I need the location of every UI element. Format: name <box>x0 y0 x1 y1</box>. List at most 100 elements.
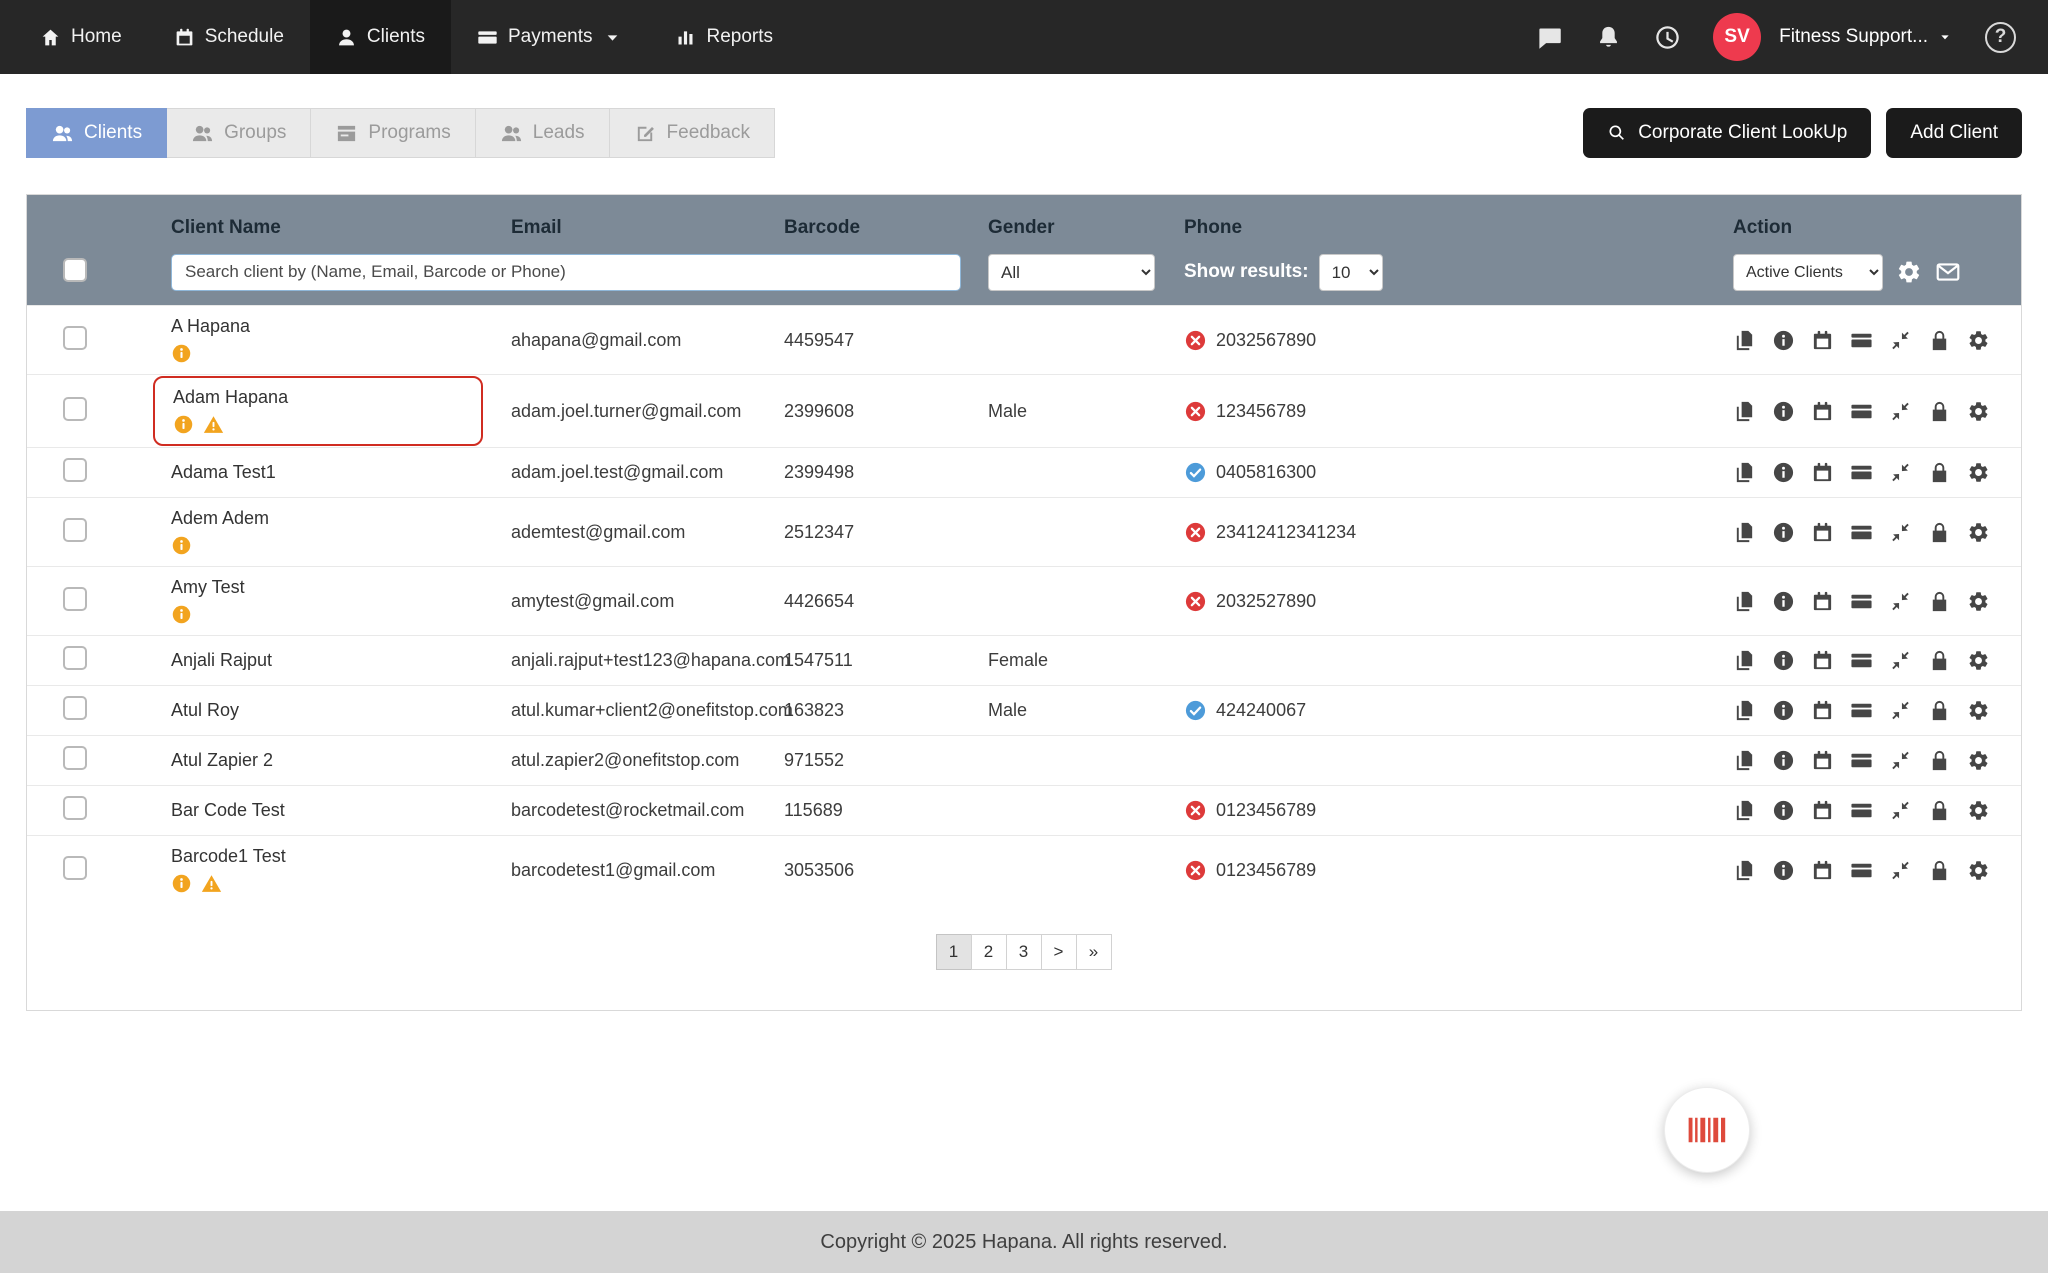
document-icon[interactable] <box>1733 521 1756 544</box>
document-icon[interactable] <box>1733 461 1756 484</box>
column-settings-button[interactable] <box>1896 259 1922 285</box>
lock-icon[interactable] <box>1928 329 1951 352</box>
document-icon[interactable] <box>1733 749 1756 772</box>
calendar-icon[interactable] <box>1811 749 1834 772</box>
credit-card-icon[interactable] <box>1850 649 1873 672</box>
tab-feedback[interactable]: Feedback <box>609 108 775 158</box>
calendar-icon[interactable] <box>1811 649 1834 672</box>
credit-card-icon[interactable] <box>1850 329 1873 352</box>
nav-item-payments[interactable]: Payments <box>451 0 649 74</box>
calendar-icon[interactable] <box>1811 521 1834 544</box>
nav-item-schedule[interactable]: Schedule <box>148 0 310 74</box>
warning-icon[interactable] <box>201 873 222 894</box>
credit-card-icon[interactable] <box>1850 799 1873 822</box>
lock-icon[interactable] <box>1928 400 1951 423</box>
client-name[interactable]: Anjali Rajput <box>171 650 272 671</box>
document-icon[interactable] <box>1733 799 1756 822</box>
select-all-checkbox[interactable] <box>63 257 87 282</box>
document-icon[interactable] <box>1733 699 1756 722</box>
lock-icon[interactable] <box>1928 590 1951 613</box>
history-button[interactable] <box>1654 24 1681 51</box>
chat-button[interactable] <box>1536 24 1563 51</box>
bulk-email-button[interactable] <box>1935 259 1961 285</box>
collapse-icon[interactable] <box>1889 590 1912 613</box>
calendar-icon[interactable] <box>1811 400 1834 423</box>
row-checkbox[interactable] <box>63 696 87 720</box>
settings-icon[interactable] <box>1967 749 1990 772</box>
lock-icon[interactable] <box>1928 799 1951 822</box>
document-icon[interactable] <box>1733 859 1756 882</box>
nav-item-clients[interactable]: Clients <box>309 0 451 74</box>
barcode-scan-button[interactable] <box>1664 1087 1750 1173</box>
credit-card-icon[interactable] <box>1850 859 1873 882</box>
client-name[interactable]: Atul Roy <box>171 700 239 721</box>
row-checkbox[interactable] <box>63 458 87 482</box>
credit-card-icon[interactable] <box>1850 461 1873 484</box>
calendar-icon[interactable] <box>1811 699 1834 722</box>
settings-icon[interactable] <box>1967 521 1990 544</box>
client-name[interactable]: Bar Code Test <box>171 800 285 821</box>
document-icon[interactable] <box>1733 400 1756 423</box>
info-alert-icon[interactable] <box>171 873 192 894</box>
client-name[interactable]: Atul Zapier 2 <box>171 750 273 771</box>
collapse-icon[interactable] <box>1889 461 1912 484</box>
info-icon[interactable] <box>1772 699 1795 722</box>
collapse-icon[interactable] <box>1889 699 1912 722</box>
tab-programs[interactable]: Programs <box>311 108 476 158</box>
tab-groups[interactable]: Groups <box>167 108 312 158</box>
settings-icon[interactable] <box>1967 649 1990 672</box>
info-alert-icon[interactable] <box>173 414 194 435</box>
info-alert-icon[interactable] <box>171 604 192 625</box>
add-client-button[interactable]: Add Client <box>1886 108 2022 158</box>
info-alert-icon[interactable] <box>171 535 192 556</box>
document-icon[interactable] <box>1733 649 1756 672</box>
lock-icon[interactable] <box>1928 461 1951 484</box>
credit-card-icon[interactable] <box>1850 400 1873 423</box>
row-checkbox[interactable] <box>63 855 87 880</box>
lock-icon[interactable] <box>1928 749 1951 772</box>
row-checkbox[interactable] <box>63 325 87 350</box>
lock-icon[interactable] <box>1928 649 1951 672</box>
document-icon[interactable] <box>1733 329 1756 352</box>
credit-card-icon[interactable] <box>1850 521 1873 544</box>
credit-card-icon[interactable] <box>1850 699 1873 722</box>
calendar-icon[interactable] <box>1811 799 1834 822</box>
info-icon[interactable] <box>1772 799 1795 822</box>
info-icon[interactable] <box>1772 521 1795 544</box>
page-1-button[interactable]: 1 <box>935 934 972 970</box>
document-icon[interactable] <box>1733 590 1756 613</box>
page-2-button[interactable]: 2 <box>970 934 1007 970</box>
lock-icon[interactable] <box>1928 699 1951 722</box>
info-icon[interactable] <box>1772 461 1795 484</box>
settings-icon[interactable] <box>1967 799 1990 822</box>
calendar-icon[interactable] <box>1811 329 1834 352</box>
client-name[interactable]: Adem Adem <box>171 508 269 529</box>
collapse-icon[interactable] <box>1889 521 1912 544</box>
lock-icon[interactable] <box>1928 859 1951 882</box>
collapse-icon[interactable] <box>1889 799 1912 822</box>
nav-item-home[interactable]: Home <box>14 0 148 74</box>
info-icon[interactable] <box>1772 859 1795 882</box>
settings-icon[interactable] <box>1967 329 1990 352</box>
last-page-button[interactable]: » <box>1075 934 1112 970</box>
row-checkbox[interactable] <box>63 796 87 820</box>
client-name[interactable]: A Hapana <box>171 316 250 337</box>
notifications-button[interactable] <box>1595 24 1622 51</box>
client-name[interactable]: Amy Test <box>171 577 245 598</box>
next-page-button[interactable]: > <box>1040 934 1077 970</box>
tab-leads[interactable]: Leads <box>475 108 610 158</box>
account-menu[interactable]: Fitness Support... <box>1779 26 1953 48</box>
gender-filter-select[interactable]: All <box>988 253 1155 291</box>
client-name[interactable]: Adama Test1 <box>171 462 276 483</box>
calendar-icon[interactable] <box>1811 859 1834 882</box>
collapse-icon[interactable] <box>1889 749 1912 772</box>
help-button[interactable]: ? <box>1985 21 2016 53</box>
search-input[interactable] <box>171 253 961 291</box>
calendar-icon[interactable] <box>1811 461 1834 484</box>
row-checkbox[interactable] <box>63 586 87 611</box>
collapse-icon[interactable] <box>1889 859 1912 882</box>
settings-icon[interactable] <box>1967 859 1990 882</box>
page-3-button[interactable]: 3 <box>1005 934 1042 970</box>
show-results-select[interactable]: 10 <box>1318 253 1383 291</box>
warning-icon[interactable] <box>203 414 224 435</box>
